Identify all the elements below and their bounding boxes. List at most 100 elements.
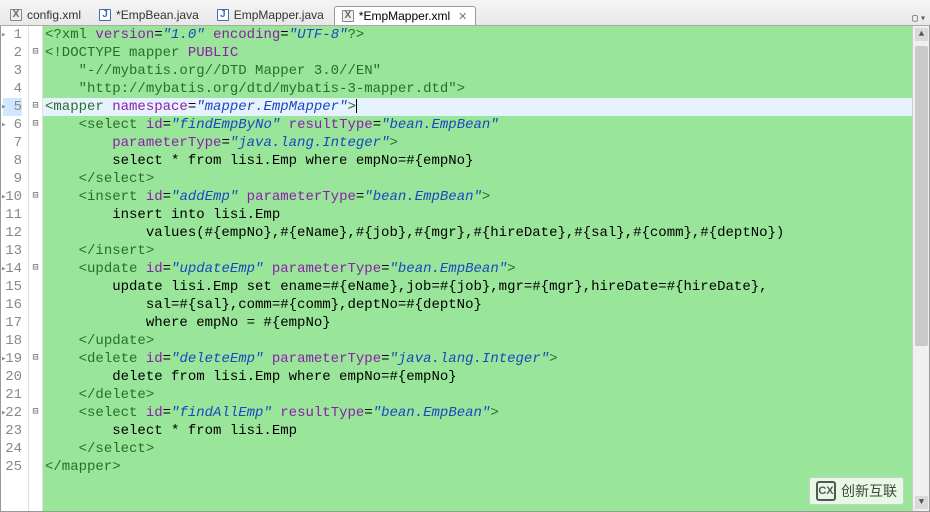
code-token: encoding <box>213 27 280 43</box>
watermark: CX 创新互联 <box>809 477 904 505</box>
line-number[interactable]: 18 <box>3 332 22 350</box>
code-line[interactable]: "-//mybatis.org//DTD Mapper 3.0//EN" <box>43 62 912 80</box>
code-line[interactable]: </update> <box>43 332 912 350</box>
fold-toggle-icon[interactable] <box>29 98 42 116</box>
fold-spacer <box>29 206 42 224</box>
code-line[interactable]: sal=#{sal},comm=#{comm},deptNo=#{deptNo} <box>43 296 912 314</box>
dropdown-icon[interactable]: ▾ <box>920 13 926 25</box>
line-number[interactable]: 8 <box>3 152 22 170</box>
line-number[interactable]: 19 <box>3 350 22 368</box>
line-number[interactable]: 16 <box>3 296 22 314</box>
code-line[interactable]: </delete> <box>43 386 912 404</box>
code-line[interactable]: </insert> <box>43 242 912 260</box>
line-number[interactable]: 20 <box>3 368 22 386</box>
code-token: "-//mybatis.org//DTD Mapper 3.0//EN" <box>79 63 381 79</box>
editor-area: 1234567891011121314151617181920212223242… <box>0 26 930 512</box>
code-line[interactable]: select * from lisi.Emp <box>43 422 912 440</box>
code-line[interactable]: update lisi.Emp set ename=#{eName},job=#… <box>43 278 912 296</box>
line-number[interactable]: 11 <box>3 206 22 224</box>
code-line[interactable]: "http://mybatis.org/dtd/mybatis-3-mapper… <box>43 80 912 98</box>
code-token: > <box>482 189 490 205</box>
editor-tab[interactable]: JEmpMapper.java <box>209 5 333 25</box>
code-token: > <box>490 405 498 421</box>
code-line[interactable]: <update id="updateEmp" parameterType="be… <box>43 260 912 278</box>
line-number[interactable]: 21 <box>3 386 22 404</box>
fold-toggle-icon[interactable] <box>29 44 42 62</box>
code-token: select <box>87 117 146 133</box>
scroll-up-arrow-icon[interactable]: ▲ <box>915 28 928 41</box>
code-line[interactable]: <mapper namespace="mapper.EmpMapper"> <box>43 98 912 116</box>
line-number[interactable]: 15 <box>3 278 22 296</box>
fold-spacer <box>29 26 42 44</box>
code-token: insert <box>87 189 146 205</box>
code-token: update <box>87 261 146 277</box>
close-icon[interactable]: ✕ <box>454 10 467 23</box>
editor-tab[interactable]: X*EmpMapper.xml✕ <box>334 6 477 25</box>
code-token: "mapper.EmpMapper" <box>196 99 347 115</box>
line-number[interactable]: 7 <box>3 134 22 152</box>
line-number[interactable]: 25 <box>3 458 22 476</box>
tab-overflow-controls[interactable]: ▢▾ <box>912 13 930 25</box>
code-line[interactable]: parameterType="java.lang.Integer"> <box>43 134 912 152</box>
line-number[interactable]: 5 <box>3 98 22 116</box>
code-line[interactable]: </select> <box>43 170 912 188</box>
fold-toggle-icon[interactable] <box>29 350 42 368</box>
code-line[interactable]: values(#{empNo},#{eName},#{job},#{mgr},#… <box>43 224 912 242</box>
line-number[interactable]: 22 <box>3 404 22 422</box>
code-token: ?> <box>348 27 365 43</box>
code-token <box>45 351 79 367</box>
code-token: mapper <box>53 99 112 115</box>
fold-toggle-icon[interactable] <box>29 260 42 278</box>
code-line[interactable]: insert into lisi.Emp <box>43 206 912 224</box>
code-line[interactable]: <delete id="deleteEmp" parameterType="ja… <box>43 350 912 368</box>
line-number[interactable]: 14 <box>3 260 22 278</box>
line-number[interactable]: 24 <box>3 440 22 458</box>
code-token: where empNo = #{empNo} <box>45 315 331 331</box>
scroll-down-arrow-icon[interactable]: ▼ <box>915 496 928 509</box>
code-line[interactable]: <insert id="addEmp" parameterType="bean.… <box>43 188 912 206</box>
scrollbar-thumb[interactable] <box>915 46 928 346</box>
code-line[interactable]: delete from lisi.Emp where empNo=#{empNo… <box>43 368 912 386</box>
line-number[interactable]: 17 <box>3 314 22 332</box>
fold-toggle-icon[interactable] <box>29 404 42 422</box>
code-token <box>45 441 79 457</box>
fold-toggle-icon[interactable] <box>29 188 42 206</box>
code-token: "bean.EmpBean" <box>390 261 508 277</box>
line-number[interactable]: 4 <box>3 80 22 98</box>
code-token: "bean.EmpBean" <box>373 405 491 421</box>
line-number[interactable]: 3 <box>3 62 22 80</box>
line-number[interactable]: 10 <box>3 188 22 206</box>
line-number[interactable]: 13 <box>3 242 22 260</box>
line-number[interactable]: 23 <box>3 422 22 440</box>
editor-tab[interactable]: J*EmpBean.java <box>91 5 208 25</box>
line-number[interactable]: 1 <box>3 26 22 44</box>
code-token: = <box>364 405 372 421</box>
code-editor[interactable]: <?xml version="1.0" encoding="UTF-8"?><!… <box>43 26 912 511</box>
fold-column[interactable] <box>29 26 43 511</box>
code-line[interactable]: <!DOCTYPE mapper PUBLIC <box>43 44 912 62</box>
vertical-scrollbar[interactable]: ▲ ▼ <box>912 26 929 511</box>
tab-label: config.xml <box>27 8 81 22</box>
watermark-logo-icon: CX <box>816 481 836 501</box>
code-line[interactable]: <select id="findAllEmp" resultType="bean… <box>43 404 912 422</box>
code-token: </select> <box>79 171 155 187</box>
line-number[interactable]: 12 <box>3 224 22 242</box>
code-line[interactable]: where empNo = #{empNo} <box>43 314 912 332</box>
code-token: values(#{empNo},#{eName},#{job},#{mgr},#… <box>45 225 784 241</box>
fold-spacer <box>29 80 42 98</box>
code-line[interactable]: <select id="findEmpByNo" resultType="bea… <box>43 116 912 134</box>
code-line[interactable]: </mapper> <box>43 458 912 476</box>
code-line[interactable]: <?xml version="1.0" encoding="UTF-8"?> <box>43 26 912 44</box>
line-number[interactable]: 6 <box>3 116 22 134</box>
watermark-text: 创新互联 <box>841 481 897 501</box>
code-line[interactable]: </select> <box>43 440 912 458</box>
code-line[interactable]: select * from lisi.Emp where empNo=#{emp… <box>43 152 912 170</box>
line-number[interactable]: 2 <box>3 44 22 62</box>
maximize-icon[interactable]: ▢ <box>912 13 918 25</box>
line-number[interactable]: 9 <box>3 170 22 188</box>
editor-tab[interactable]: Xconfig.xml <box>2 5 90 25</box>
fold-toggle-icon[interactable] <box>29 116 42 134</box>
code-token <box>238 189 246 205</box>
line-number-gutter[interactable]: 1234567891011121314151617181920212223242… <box>1 26 29 511</box>
code-token: select * from lisi.Emp <box>45 423 297 439</box>
